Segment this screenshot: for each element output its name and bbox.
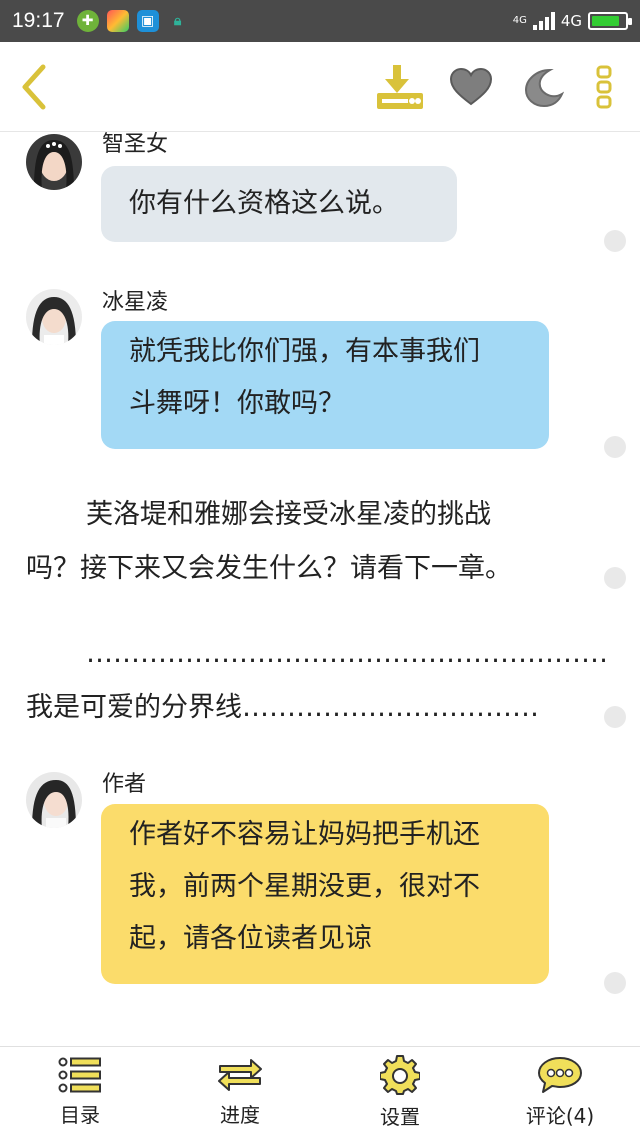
narration-line: 芙洛堤和雅娜会接受冰星凌的挑战 xyxy=(86,499,491,530)
speaker-name: 作者 xyxy=(102,772,147,797)
message-bubble: 你有什么资格这么说。 xyxy=(101,166,457,242)
speaker-name: 智圣女 xyxy=(102,132,169,157)
moon-icon xyxy=(524,68,564,108)
nav-item-progress[interactable]: 进度 xyxy=(160,1047,320,1138)
download-icon xyxy=(377,65,423,109)
message-text: 你有什么资格这么说。 xyxy=(129,188,399,219)
gear-icon xyxy=(380,1055,420,1095)
chapter-content: 智圣女 你有什么资格这么说。 冰星凌 就凭我比你们强，有本事我们 斗舞呀！你敢吗… xyxy=(0,132,640,1046)
heart-icon xyxy=(449,67,493,106)
avatar-image xyxy=(26,134,82,190)
nav-label: 目录 xyxy=(60,1103,100,1127)
signal-icon xyxy=(532,12,555,30)
chevron-left-icon xyxy=(22,64,46,110)
avatar-image xyxy=(26,289,82,345)
speaker-name: 冰星凌 xyxy=(102,290,169,315)
nav-label: 设置 xyxy=(380,1105,420,1129)
paragraph-comment-dot[interactable] xyxy=(604,230,626,252)
app-plus-icon: ✚ xyxy=(76,10,99,32)
divider-line: ……………………………………………………… xyxy=(86,638,606,669)
battery-icon xyxy=(588,12,632,30)
avatar-image xyxy=(26,772,82,828)
divider-paragraph: ……………………………………………………… 我是可爱的分界线…………………………… xyxy=(26,627,606,735)
avatar-author[interactable] xyxy=(26,772,82,828)
screenshot-icon: ▣ xyxy=(136,10,159,32)
app-game-icon xyxy=(106,10,129,32)
divider-line: 我是可爱的分界线…………………………… xyxy=(26,692,539,723)
paragraph-comment-dot[interactable] xyxy=(604,972,626,994)
avatar-zhishengnv[interactable] xyxy=(26,134,82,190)
chat-bubble-icon xyxy=(538,1057,582,1093)
network-small-label: 4G xyxy=(512,15,527,26)
message-text-line: 起，请各位读者见谅 xyxy=(129,923,372,954)
status-bar: 19:17 ✚ ▣ 🔒︎ 4G 4G xyxy=(0,0,640,42)
reader-toolbar xyxy=(0,42,640,132)
back-button[interactable] xyxy=(14,62,54,112)
message-text-line: 作者好不容易让妈妈把手机还 xyxy=(129,819,480,850)
narration-paragraph: 芙洛堤和雅娜会接受冰星凌的挑战 吗？接下来又会发生什么？请看下一章。 xyxy=(26,488,596,596)
more-button[interactable] xyxy=(590,64,618,110)
network-label: 4G xyxy=(560,12,582,30)
favorite-button[interactable] xyxy=(448,64,494,110)
arrows-swap-icon xyxy=(218,1059,262,1091)
nav-item-comments[interactable]: 评论(4) xyxy=(480,1047,640,1138)
status-time: 19:17 xyxy=(12,9,65,32)
notification-icons: ✚ ▣ 🔒︎ xyxy=(76,10,189,32)
message-text-line: 就凭我比你们强，有本事我们 xyxy=(129,336,480,367)
message-text-line: 斗舞呀！你敢吗？ xyxy=(129,388,345,419)
list-icon xyxy=(58,1057,101,1093)
nav-item-settings[interactable]: 设置 xyxy=(320,1047,480,1138)
nav-label: 评论(4) xyxy=(525,1104,595,1128)
avatar-bingxingling[interactable] xyxy=(26,289,82,345)
lock-icon: 🔒︎ xyxy=(173,13,182,29)
message-bubble: 作者好不容易让妈妈把手机还 我，前两个星期没更，很对不 起，请各位读者见谅 xyxy=(101,804,549,984)
night-mode-button[interactable] xyxy=(520,64,566,110)
paragraph-comment-dot[interactable] xyxy=(604,436,626,458)
nav-item-contents[interactable]: 目录 xyxy=(0,1047,160,1138)
bottom-nav: 目录 进度 设置 评论(4) xyxy=(0,1046,640,1138)
narration-line: 吗？接下来又会发生什么？请看下一章。 xyxy=(26,553,512,584)
paragraph-comment-dot[interactable] xyxy=(604,567,626,589)
download-button[interactable] xyxy=(374,62,426,112)
more-vertical-icon xyxy=(596,65,612,109)
message-bubble: 就凭我比你们强，有本事我们 斗舞呀！你敢吗？ xyxy=(101,321,549,449)
nav-label: 进度 xyxy=(220,1103,260,1127)
paragraph-comment-dot[interactable] xyxy=(604,706,626,728)
message-text-line: 我，前两个星期没更，很对不 xyxy=(129,871,480,902)
